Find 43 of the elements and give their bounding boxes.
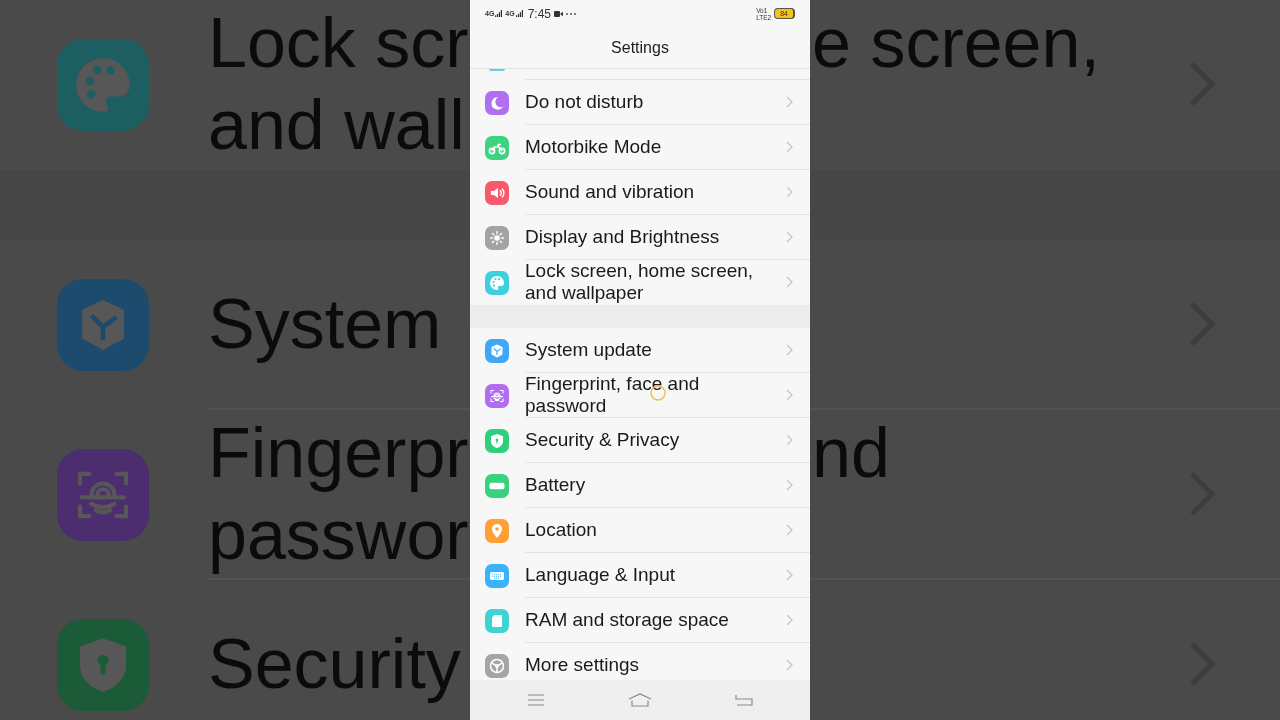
more-dots-icon [566, 12, 577, 15]
chevron-icon [786, 344, 793, 356]
chevron-icon [786, 186, 793, 198]
settings-item[interactable]: Lock screen, home screen, and wallpaper [470, 260, 810, 305]
settings-item[interactable]: Sound and vibration [470, 170, 810, 215]
chevron-icon [786, 659, 793, 671]
page-title: Settings [611, 38, 669, 57]
backdrop-text: e screen, [812, 3, 1100, 84]
chevron-icon [786, 389, 793, 401]
backdrop-text: nd [812, 413, 890, 494]
settings-item[interactable]: Do not disturb [470, 80, 810, 125]
chevron-icon [786, 524, 793, 536]
settings-item[interactable]: More settings [470, 643, 810, 680]
settings-item[interactable]: Fingerprint, face and password [470, 373, 810, 418]
settings-item[interactable]: System update [470, 328, 810, 373]
backdrop-text: passwor [208, 495, 469, 576]
backdrop-text: and wall [208, 85, 466, 166]
menu-icon[interactable] [528, 694, 544, 706]
home-icon[interactable] [628, 693, 652, 707]
backdrop-text: Security [208, 624, 461, 705]
settings-item[interactable]: Display and Brightness [470, 215, 810, 260]
settings-item[interactable]: Battery [470, 463, 810, 508]
backdrop-text: System [208, 284, 442, 365]
backdrop-text: Lock scr [208, 3, 469, 84]
chevron-icon [786, 614, 793, 626]
settings-item[interactable]: Security & Privacy [470, 418, 810, 463]
chevron-icon [786, 96, 793, 108]
video-camera-icon [554, 10, 564, 17]
chevron-icon [786, 231, 793, 243]
clock-time: 7:45 [527, 6, 552, 21]
backdrop-text: Fingerpr [208, 413, 469, 494]
chevron-icon [786, 141, 793, 153]
back-icon[interactable] [735, 694, 753, 706]
chevron-icon [786, 479, 793, 491]
signal-icon [515, 10, 523, 17]
settings-item[interactable]: RAM and storage space [470, 598, 810, 643]
settings-item[interactable]: Motorbike Mode [470, 125, 810, 170]
settings-item[interactable]: Language & Input [470, 553, 810, 598]
chevron-icon [786, 569, 793, 581]
settings-item[interactable]: Location [470, 508, 810, 553]
signal-icon [495, 10, 503, 17]
chevron-icon [786, 276, 793, 288]
chevron-icon [786, 434, 793, 446]
